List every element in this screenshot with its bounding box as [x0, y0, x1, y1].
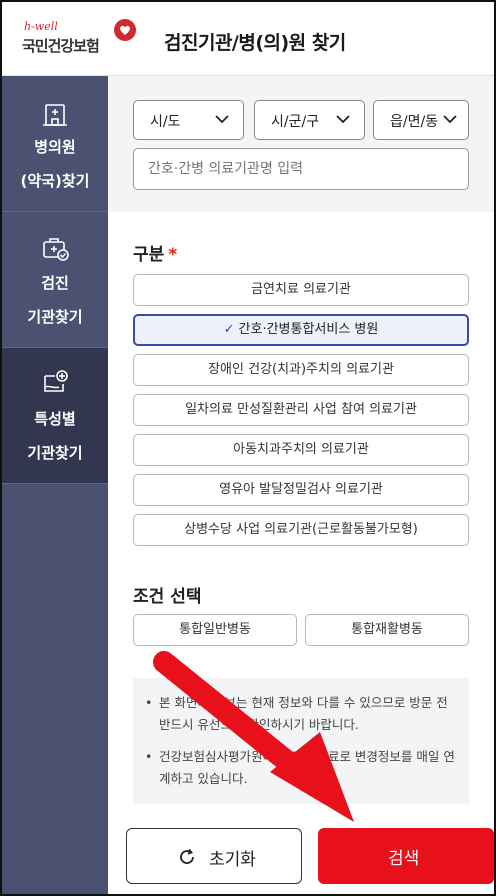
reset-label: 초기화 [209, 850, 256, 870]
institution-search-input[interactable] [133, 148, 469, 190]
action-bar: 초기화 검색 [108, 804, 494, 894]
search-button[interactable]: 검색 [318, 828, 494, 884]
hospital-building-icon [43, 104, 67, 126]
category-title-text: 구분 [133, 245, 165, 265]
required-mark: * [168, 245, 178, 265]
sidebar-item-label: 검진 [41, 274, 69, 292]
category-option-chronic-disease[interactable]: 일차의료 만성질환관리 사업 참여 의료기관 [133, 394, 469, 426]
special-plus-icon [44, 370, 68, 392]
chevron-down-icon [443, 115, 457, 124]
category-option-label: 아동치과주치의 의료기관 [233, 442, 369, 457]
sido-select-value: 시/도 [150, 114, 181, 130]
condition-label: 통합재활병동 [351, 622, 423, 637]
eupmyeondong-select-value: 읍/면/동 [390, 114, 438, 130]
sigungu-select[interactable]: 시/군/구 [254, 100, 365, 140]
chevron-down-icon [215, 115, 229, 124]
category-option-integrated-nursing[interactable]: ✓ 간호·간병통합서비스 병원 [133, 314, 469, 346]
category-option-label: 장애인 건강(치과)주치의 의료기관 [208, 362, 394, 377]
sidebar-item-hospital-search[interactable]: 병의원 (약국)찾기 [2, 76, 108, 212]
sidebar-item-label: 기관찾기 [27, 308, 83, 326]
category-option-infant-development[interactable]: 영유아 발달정밀검사 의료기관 [133, 474, 469, 506]
app-frame: h-well 국민건강보험 검진기관/병(의)원 찾기 병의원 (약국)찾기 검… [0, 0, 496, 896]
category-option-label: 상병수당 사업 의료기관(근로활동불가모형) [184, 522, 418, 537]
condition-label: 통합일반병동 [179, 622, 251, 637]
sidebar: 병의원 (약국)찾기 검진 기관찾기 특성별 기관찾기 [2, 76, 108, 894]
logo-text: 국민건강보험 [22, 37, 100, 55]
category-option-smoking-cessation[interactable]: 금연치료 의료기관 [133, 274, 469, 306]
page-title: 검진기관/병(의)원 찾기 [164, 32, 346, 54]
category-option-label: 간호·간병통합서비스 병원 [238, 322, 379, 337]
category-title: 구분 * [133, 240, 177, 265]
reset-button[interactable]: 초기화 [126, 828, 302, 884]
search-label: 검색 [388, 849, 420, 869]
category-option-sickness-allowance[interactable]: 상병수당 사업 의료기관(근로활동불가모형) [133, 514, 469, 546]
medical-bag-check-icon [43, 238, 69, 261]
sidebar-item-label: 특성별 [34, 410, 76, 428]
category-option-label: 영유아 발달정밀검사 의료기관 [219, 482, 383, 497]
condition-rehab-ward[interactable]: 통합재활병동 [305, 614, 469, 646]
condition-general-ward[interactable]: 통합일반병동 [133, 614, 297, 646]
sidebar-item-label: 기관찾기 [27, 444, 83, 462]
sigungu-select-value: 시/군/구 [271, 114, 320, 130]
sido-select[interactable]: 시/도 [133, 100, 244, 140]
check-icon: ✓ [223, 322, 235, 337]
conditions-title: 조건 선택 [133, 587, 202, 607]
sidebar-item-label: (약국)찾기 [20, 172, 90, 190]
sidebar-item-special-search[interactable]: 특성별 기관찾기 [2, 348, 108, 484]
notice-item: 건강보험심사평가원에 신고된 자료로 변경정보를 매일 연계하고 있습니다. [145, 746, 457, 790]
notice-box: 본 화면의 정보는 현재 정보와 다를 수 있으므로 방문 전 반드시 유선으로… [133, 678, 469, 808]
main-content: 시/도 시/군/구 읍/면/동 구분* 금연치료 의료기관 ✓간호·간병통합서비… [108, 76, 494, 894]
refresh-icon [180, 848, 194, 864]
header: h-well 국민건강보험 검진기관/병(의)원 찾기 [2, 2, 494, 76]
logo-small-text: h-well [24, 20, 58, 33]
chevron-down-icon [336, 115, 350, 124]
heart-logo-icon [114, 19, 136, 41]
category-option-label: 금연치료 의료기관 [251, 282, 351, 297]
nhis-logo[interactable]: h-well 국민건강보험 [22, 18, 140, 64]
category-option-child-dental[interactable]: 아동치과주치의 의료기관 [133, 434, 469, 466]
category-option-label: 일차의료 만성질환관리 사업 참여 의료기관 [185, 402, 417, 417]
eupmyeondong-select[interactable]: 읍/면/동 [373, 100, 469, 140]
sidebar-item-checkup-search[interactable]: 검진 기관찾기 [2, 212, 108, 348]
category-option-disability-dental[interactable]: 장애인 건강(치과)주치의 의료기관 [133, 354, 469, 386]
filter-area: 시/도 시/군/구 읍/면/동 [108, 76, 494, 212]
notice-item: 본 화면의 정보는 현재 정보와 다를 수 있으므로 방문 전 반드시 유선으로… [145, 692, 457, 736]
sidebar-item-label: 병의원 [34, 138, 76, 156]
